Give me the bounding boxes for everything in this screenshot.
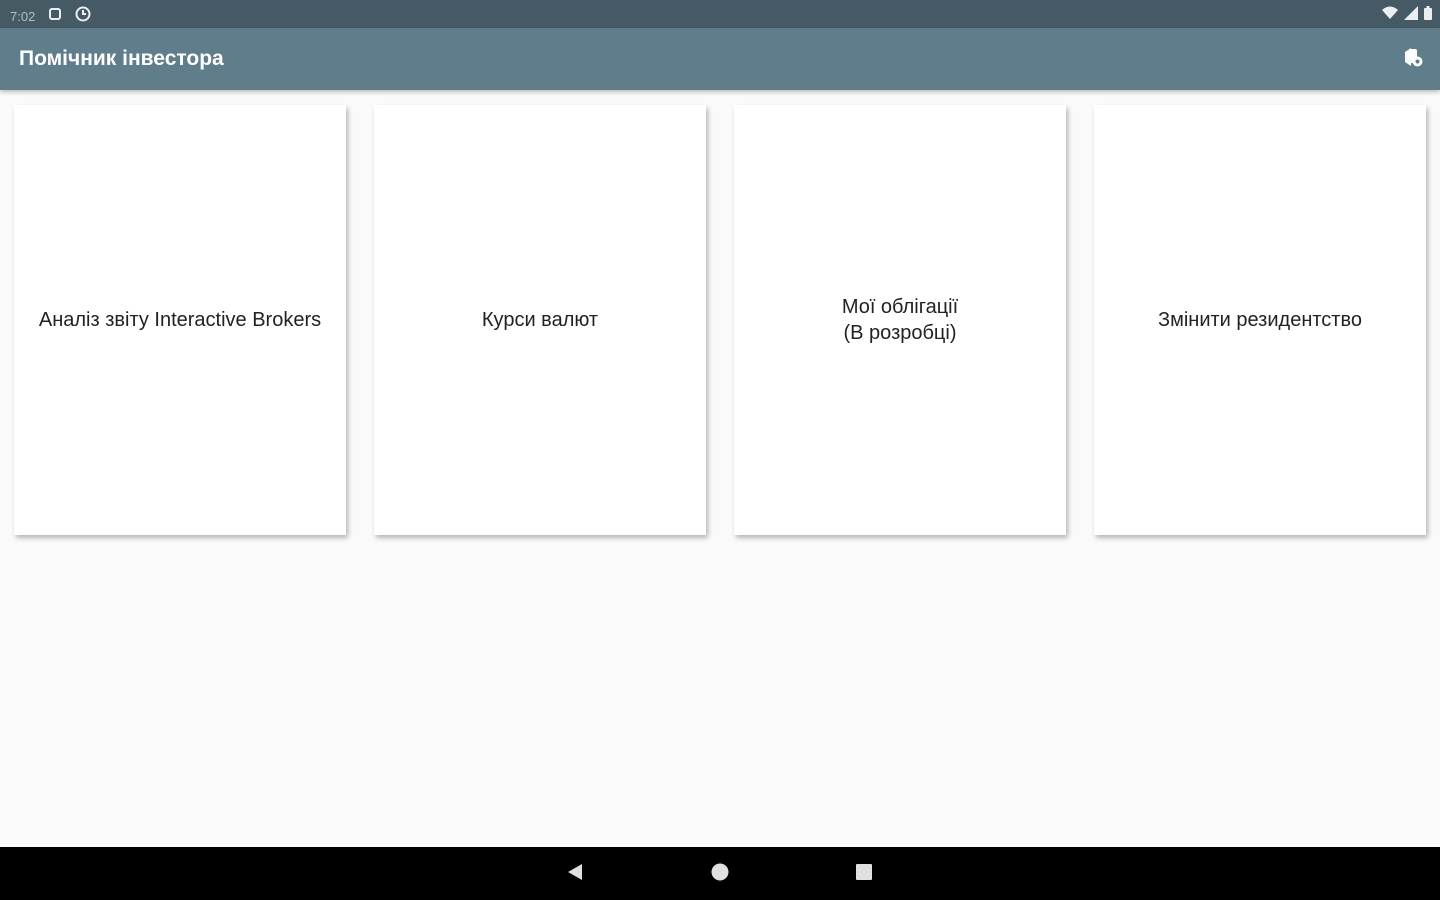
recents-icon — [854, 862, 874, 887]
navigation-bar — [0, 847, 1440, 900]
home-icon — [710, 862, 730, 887]
recents-button[interactable] — [851, 861, 877, 887]
app-title: Помічник інвестора — [19, 47, 224, 70]
card-label: Аналіз звіту Interactive Brokers — [38, 309, 322, 331]
card-label: Змінити резидентство — [1158, 309, 1362, 331]
card-change-residency[interactable]: Змінити резидентство — [1094, 105, 1426, 535]
signal-icon — [1404, 6, 1418, 23]
battery-icon — [1424, 6, 1432, 23]
sync-icon — [75, 6, 91, 26]
back-button[interactable] — [562, 861, 588, 887]
status-bar: 7:02 — [0, 0, 1440, 28]
status-time: 7:02 — [10, 8, 36, 24]
home-button[interactable] — [707, 861, 733, 887]
notification-icon — [49, 8, 62, 24]
card-my-bonds[interactable]: Мої облігації (В розробці) — [734, 105, 1066, 535]
back-icon — [565, 862, 585, 887]
settings-icon — [1402, 46, 1424, 73]
card-label: Мої облігації (В розробці) — [841, 296, 959, 344]
app-bar: Помічник інвестора — [0, 28, 1440, 90]
card-ib-report-analysis[interactable]: Аналіз звіту Interactive Brokers — [14, 105, 346, 535]
wifi-icon — [1382, 6, 1398, 23]
card-label: Курси валют — [481, 309, 599, 331]
card-grid: Аналіз звіту Interactive Brokers Курси в… — [14, 105, 1426, 535]
status-left: 7:02 — [10, 6, 105, 26]
status-right — [1382, 6, 1432, 23]
card-exchange-rates[interactable]: Курси валют — [374, 105, 706, 535]
settings-button[interactable] — [1400, 46, 1426, 72]
